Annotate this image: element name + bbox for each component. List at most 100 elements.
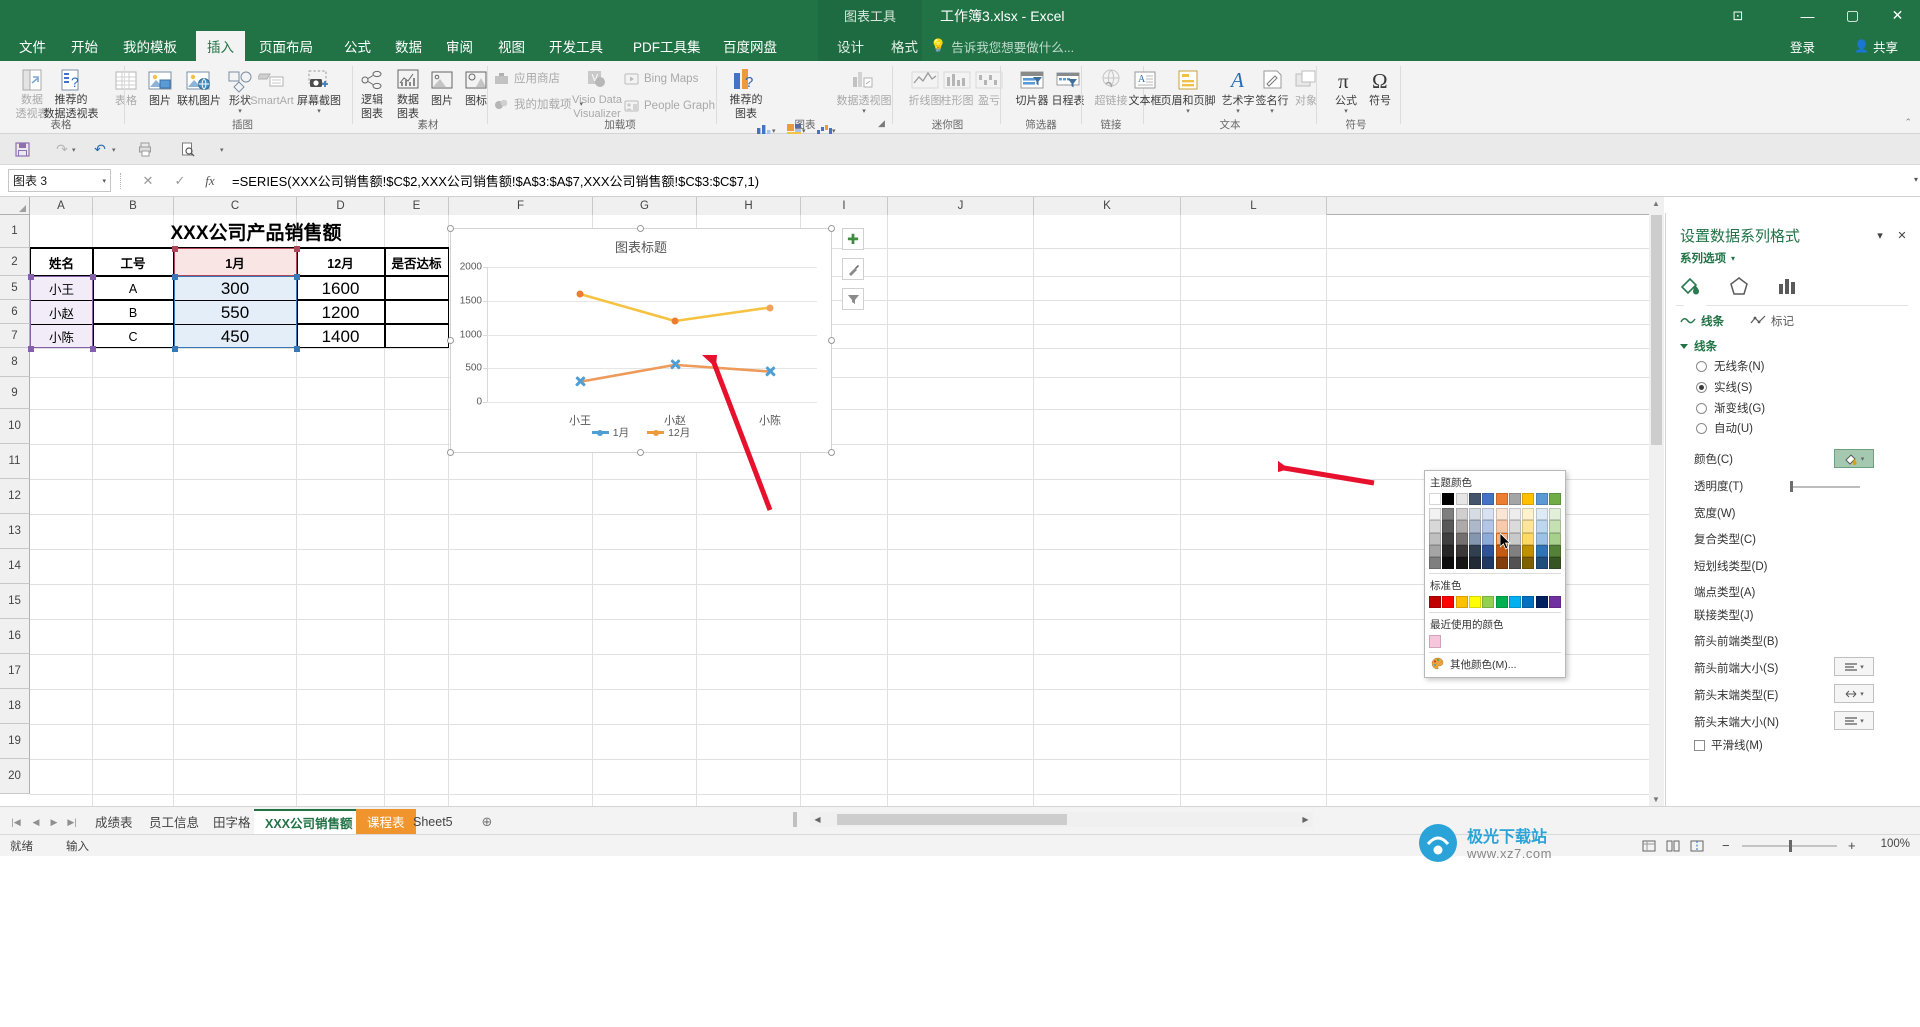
swatch-tint[interactable] (1509, 508, 1522, 521)
cell-a7-name[interactable]: 小陈 (31, 325, 92, 348)
swatch-dark-blue[interactable] (1469, 493, 1481, 506)
row-header-9[interactable]: 9 (0, 377, 30, 409)
smooth-line-checkbox-row[interactable]: 平滑线(M) (1694, 737, 1763, 753)
column-header-f[interactable]: F (449, 197, 593, 215)
chevron-down-icon[interactable]: ▾ (102, 177, 106, 185)
row-header-15[interactable]: 15 (0, 584, 30, 619)
tab-chart-design[interactable]: 设计 (826, 31, 875, 61)
tab-formulas[interactable]: 公式 (333, 31, 382, 61)
tab-file[interactable]: 文件 (8, 31, 57, 61)
last-sheet-icon[interactable]: ▶| (64, 814, 80, 830)
swatch-tint[interactable] (1482, 508, 1495, 521)
swatch-orange[interactable] (1495, 493, 1508, 506)
cell-a6-name[interactable]: 小赵 (31, 301, 92, 324)
swatch-std-blue[interactable] (1522, 596, 1535, 609)
chart-resize-handle-ne[interactable] (828, 225, 835, 232)
row-header-10[interactable]: 10 (0, 409, 30, 444)
swatch-purple[interactable] (1549, 596, 1562, 609)
chevron-down-icon[interactable]: ▾ (862, 108, 866, 116)
swatch-tint[interactable] (1469, 520, 1481, 533)
maximize-button[interactable]: ▢ (1830, 0, 1875, 31)
pane-tab-fill-line[interactable] (1676, 273, 1706, 299)
scroll-right-icon[interactable]: ▶ (1298, 812, 1313, 827)
cell-c7-jan[interactable]: 450 (174, 325, 296, 348)
sheet-tab-xxx-sales[interactable]: XXX公司销售额 (254, 809, 364, 834)
swatch-tint[interactable] (1482, 532, 1495, 545)
tab-page-layout[interactable]: 页面布局 (248, 31, 324, 61)
swatch-tint[interactable] (1495, 508, 1508, 521)
swatch-shade[interactable] (1482, 556, 1495, 570)
swatch-light-blue[interactable] (1535, 493, 1548, 506)
undo-dropdown-icon[interactable]: ▾ (112, 146, 116, 154)
scroll-down-icon[interactable]: ▼ (1652, 795, 1660, 804)
split-handle[interactable] (793, 812, 797, 827)
cell-b6-id[interactable]: B (93, 301, 173, 324)
select-all-corner[interactable] (0, 197, 30, 215)
column-header-e[interactable]: E (385, 197, 449, 215)
swatch-black[interactable] (1442, 493, 1455, 506)
ribbon-collapse-icon[interactable]: ⌃ (1904, 117, 1912, 128)
swatch-shade[interactable] (1549, 556, 1562, 570)
swatch-shade[interactable] (1429, 544, 1441, 557)
chart-legend[interactable]: 1月 12月 (451, 425, 831, 440)
line-color-button[interactable]: ▾ (1834, 449, 1874, 468)
swatch-shade[interactable] (1535, 544, 1548, 557)
row-header-12[interactable]: 12 (0, 479, 30, 514)
chevron-down-icon[interactable]: ▾ (1186, 108, 1190, 116)
swatch-blue[interactable] (1482, 493, 1495, 506)
swatch-tint[interactable] (1522, 520, 1535, 533)
radio-button[interactable] (1696, 402, 1707, 414)
minimize-button[interactable]: — (1785, 0, 1830, 31)
undo-icon[interactable]: ↶ (88, 138, 112, 161)
normal-view-icon[interactable] (1640, 838, 1658, 854)
chart-styles-brush-icon[interactable] (842, 258, 864, 280)
cell-b7-id[interactable]: C (93, 325, 173, 348)
radio-button[interactable] (1696, 422, 1707, 434)
cell-d7-dec[interactable]: 1400 (297, 325, 384, 348)
cell-b2-header-id[interactable]: 工号 (93, 249, 173, 276)
bing-maps-button[interactable]: Bing Maps (622, 69, 698, 89)
swatch-tint[interactable] (1429, 508, 1441, 521)
chevron-down-icon[interactable]: ▾ (1344, 108, 1348, 116)
pane-tab-series-options[interactable] (1772, 273, 1802, 299)
zoom-in-button[interactable]: + (1848, 838, 1856, 853)
row-header-16[interactable]: 16 (0, 619, 30, 654)
radio-solid-line[interactable]: 实线(S) (1696, 379, 1752, 395)
zoom-slider-knob[interactable] (1789, 840, 1792, 852)
row-header-13[interactable]: 13 (0, 514, 30, 549)
swatch-tint[interactable] (1549, 520, 1562, 533)
expand-formula-bar-icon[interactable]: ▾ (1914, 175, 1918, 184)
cancel-icon[interactable]: ✕ (136, 170, 160, 192)
office-store-button[interactable]: 应用商店 (492, 68, 560, 88)
cell-d2-header-dec[interactable]: 12月 (297, 249, 384, 276)
tab-view[interactable]: 视图 (487, 31, 536, 61)
tab-pdf-tools[interactable]: PDF工具集 (622, 31, 712, 61)
tab-chart-format[interactable]: 格式 (880, 31, 929, 61)
cell-title[interactable]: XXX公司产品销售额 (96, 215, 416, 248)
pane-tab-effects[interactable] (1724, 273, 1754, 299)
row-header-6[interactable]: 6 (0, 300, 30, 324)
chart-resize-handle-se[interactable] (828, 449, 835, 456)
chart-resize-handle-s[interactable] (637, 449, 644, 456)
horizontal-scrollbar[interactable]: ◀ ▶ (810, 812, 1313, 827)
recommended-charts-button[interactable]: ? 推荐的 图表 (720, 64, 772, 120)
tab-home[interactable]: 开始 (60, 31, 109, 61)
column-header-i[interactable]: I (801, 197, 888, 215)
swatch-shade[interactable] (1522, 544, 1535, 557)
row-header-11[interactable]: 11 (0, 444, 30, 479)
tab-insert[interactable]: 插入 (196, 31, 245, 61)
page-layout-icon[interactable] (1664, 838, 1682, 854)
cell-b2-header-name[interactable]: 姓名 (31, 249, 92, 276)
chevron-down-icon[interactable]: ▾ (1861, 455, 1865, 463)
row-header-18[interactable]: 18 (0, 689, 30, 724)
sheet-tab-tianzige[interactable]: 田字格 (202, 809, 262, 834)
swatch-shade[interactable] (1442, 544, 1455, 557)
subtab-marker[interactable]: 标记 (1750, 313, 1794, 329)
confirm-icon[interactable]: ✓ (168, 170, 192, 192)
first-sheet-icon[interactable]: |◀ (8, 814, 24, 830)
swatch-tint[interactable] (1495, 520, 1508, 533)
swatch-dark-red[interactable] (1429, 596, 1441, 609)
row-header-19[interactable]: 19 (0, 724, 30, 759)
chart-resize-handle-sw[interactable] (447, 449, 454, 456)
people-graph-button[interactable]: People Graph (622, 96, 715, 116)
